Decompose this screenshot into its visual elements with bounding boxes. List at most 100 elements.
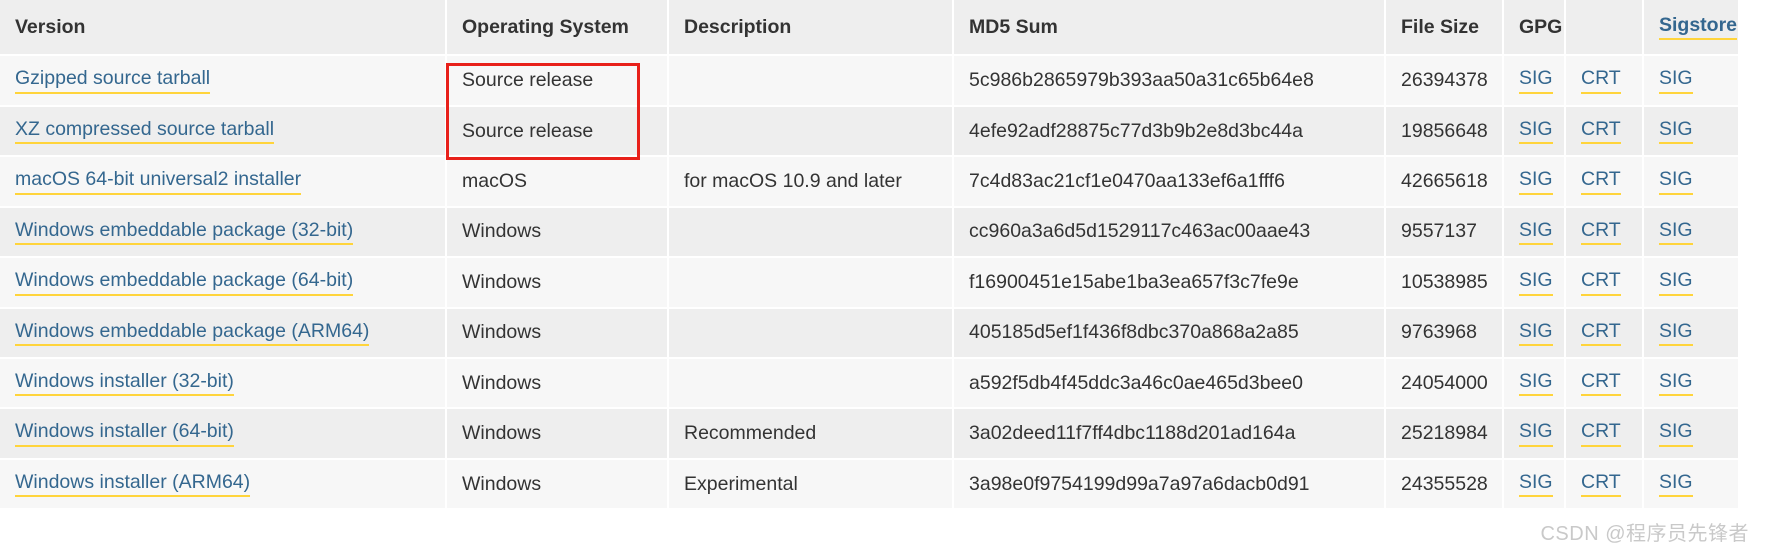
certificate-link[interactable]: CRT xyxy=(1581,471,1621,498)
gpg-signature-link[interactable]: SIG xyxy=(1519,118,1553,145)
operating-system-text: macOS xyxy=(462,169,528,192)
md5-sum-text: 405185d5ef1f436f8dbc370a868a2a85 xyxy=(969,321,1299,344)
file-size-text: 26394378 xyxy=(1401,69,1488,92)
certificate-link[interactable]: CRT xyxy=(1581,320,1621,346)
version-download-link[interactable]: macOS 64-bit universal2 installer xyxy=(15,168,302,195)
cell-crt: CRT xyxy=(1565,55,1644,107)
table-header: Version Operating System Description MD5… xyxy=(0,0,1738,57)
column-header-file-size: File Size xyxy=(1385,0,1504,57)
table-row: Windows installer (64-bit) Windows Recomme… xyxy=(0,408,1738,460)
cell-crt: CRT xyxy=(1565,458,1644,511)
version-download-link[interactable]: Gzipped source tarball xyxy=(15,67,211,94)
column-header-version-label: Version xyxy=(15,15,86,38)
gpg-signature-link[interactable]: SIG xyxy=(1519,370,1553,397)
operating-system-text: Windows xyxy=(462,472,542,495)
cell-description: Experimental xyxy=(668,458,954,511)
column-header-gpg-label: GPG xyxy=(1519,15,1563,38)
cell-operating-system: macOS xyxy=(446,156,669,208)
sigstore-signature-link[interactable]: SIG xyxy=(1659,320,1693,346)
file-size-text: 24054000 xyxy=(1401,371,1488,394)
gpg-signature-link[interactable]: SIG xyxy=(1519,269,1553,296)
cell-operating-system: Windows xyxy=(446,357,669,410)
md5-sum-text: 4efe92adf28875c77d3b9b2e8d3bc44a xyxy=(969,119,1303,142)
sigstore-signature-link[interactable]: SIG xyxy=(1659,168,1693,195)
gpg-signature-link[interactable]: SIG xyxy=(1519,320,1553,346)
sigstore-signature-link[interactable]: SIG xyxy=(1659,219,1693,246)
sigstore-signature-link[interactable]: SIG xyxy=(1659,67,1693,94)
certificate-link[interactable]: CRT xyxy=(1581,370,1621,397)
cell-crt: CRT xyxy=(1565,156,1644,208)
sigstore-signature-link[interactable]: SIG xyxy=(1659,269,1693,296)
table-row: Windows embeddable package (64-bit) Windo… xyxy=(0,257,1738,309)
cell-sigstore: SIG xyxy=(1643,105,1738,158)
gpg-signature-link[interactable]: SIG xyxy=(1519,420,1553,447)
cell-gpg: SIG xyxy=(1503,408,1566,460)
cell-sigstore: SIG xyxy=(1643,206,1738,259)
cell-description: for macOS 10.9 and later xyxy=(668,156,954,208)
cell-operating-system: Source release xyxy=(446,55,669,107)
cell-crt: CRT xyxy=(1565,307,1644,359)
cell-file-size: 10538985 xyxy=(1385,257,1504,309)
sigstore-signature-link[interactable]: SIG xyxy=(1659,118,1693,145)
sigstore-signature-link[interactable]: SIG xyxy=(1659,420,1693,447)
cell-gpg: SIG xyxy=(1503,458,1566,511)
cell-gpg: SIG xyxy=(1503,257,1566,309)
cell-version: Windows embeddable package (64-bit) xyxy=(0,257,447,309)
operating-system-text: Source release xyxy=(462,119,594,142)
cell-description xyxy=(668,307,954,359)
description-text: Recommended xyxy=(684,422,817,445)
version-download-link[interactable]: Windows installer (ARM64) xyxy=(15,471,251,498)
csdn-watermark: CSDN @程序员先锋者 xyxy=(1540,523,1749,545)
sigstore-signature-link[interactable]: SIG xyxy=(1659,471,1693,498)
cell-sigstore: SIG xyxy=(1643,257,1738,309)
certificate-link[interactable]: CRT xyxy=(1581,67,1621,94)
column-header-operating-system-label: Operating System xyxy=(462,15,629,38)
cell-description xyxy=(668,206,954,259)
file-size-text: 19856648 xyxy=(1401,119,1488,142)
cell-crt: CRT xyxy=(1565,357,1644,410)
cell-operating-system: Windows xyxy=(446,206,669,259)
table-row: macOS 64-bit universal2 installer macOS fo… xyxy=(0,156,1738,208)
cell-description: Recommended xyxy=(668,408,954,460)
version-download-link[interactable]: Windows embeddable package (64-bit) xyxy=(15,269,354,296)
cell-md5-sum: 7c4d83ac21cf1e0470aa133ef6a1fff6 xyxy=(953,156,1386,208)
gpg-signature-link[interactable]: SIG xyxy=(1519,471,1553,498)
certificate-link[interactable]: CRT xyxy=(1581,420,1621,447)
sigstore-signature-link[interactable]: SIG xyxy=(1659,370,1693,397)
operating-system-text: Source release xyxy=(462,69,594,92)
column-header-md5-sum-label: MD5 Sum xyxy=(969,15,1058,38)
file-size-text: 9763968 xyxy=(1401,321,1477,344)
cell-version: Windows installer (32-bit) xyxy=(0,357,447,410)
table-body: Gzipped source tarball Source release 5c98… xyxy=(0,55,1738,511)
gpg-signature-link[interactable]: SIG xyxy=(1519,219,1553,246)
version-download-link[interactable]: Windows embeddable package (ARM64) xyxy=(15,320,370,346)
table-row: Windows embeddable package (32-bit) Windo… xyxy=(0,206,1738,259)
certificate-link[interactable]: CRT xyxy=(1581,219,1621,246)
cell-operating-system: Windows xyxy=(446,458,669,511)
certificate-link[interactable]: CRT xyxy=(1581,168,1621,195)
cell-crt: CRT xyxy=(1565,206,1644,259)
sigstore-header-link[interactable]: Sigstore xyxy=(1659,14,1738,41)
md5-sum-text: cc960a3a6d5d1529117c463ac00aae43 xyxy=(969,220,1311,243)
column-header-file-size-label: File Size xyxy=(1401,15,1480,38)
certificate-link[interactable]: CRT xyxy=(1581,118,1621,145)
cell-gpg: SIG xyxy=(1503,357,1566,410)
cell-file-size: 9763968 xyxy=(1385,307,1504,359)
cell-description xyxy=(668,257,954,309)
column-header-version: Version xyxy=(0,0,447,57)
version-download-link[interactable]: Windows installer (64-bit) xyxy=(15,420,234,447)
cell-description xyxy=(668,55,954,107)
certificate-link[interactable]: CRT xyxy=(1581,269,1621,296)
md5-sum-text: f16900451e15abe1ba3ea657f3c7fe9e xyxy=(969,270,1299,293)
cell-sigstore: SIG xyxy=(1643,55,1738,107)
version-download-link[interactable]: Windows embeddable package (32-bit) xyxy=(15,219,354,246)
file-size-text: 42665618 xyxy=(1401,169,1488,192)
cell-version: XZ compressed source tarball xyxy=(0,105,447,158)
cell-version: Windows installer (ARM64) xyxy=(0,458,447,511)
version-download-link[interactable]: XZ compressed source tarball xyxy=(15,118,275,145)
cell-sigstore: SIG xyxy=(1643,307,1738,359)
gpg-signature-link[interactable]: SIG xyxy=(1519,67,1553,94)
column-header-gpg: GPG xyxy=(1503,0,1566,57)
version-download-link[interactable]: Windows installer (32-bit) xyxy=(15,370,234,397)
gpg-signature-link[interactable]: SIG xyxy=(1519,168,1553,195)
